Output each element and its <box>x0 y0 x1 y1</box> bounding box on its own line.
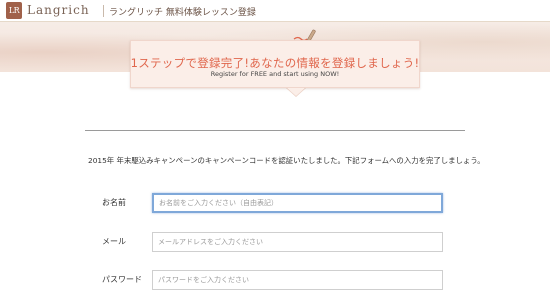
email-input[interactable] <box>152 232 443 252</box>
name-label: お名前 <box>102 198 126 207</box>
logo-text[interactable]: Langrich <box>27 3 90 17</box>
banner-pointer <box>287 88 305 96</box>
banner-subtitle: Register for FREE and start using NOW! <box>210 70 340 78</box>
password-input[interactable] <box>152 270 443 290</box>
name-input[interactable] <box>152 193 443 213</box>
site-header: LR Langrich ラングリッチ 無料体験レッスン登録 <box>0 0 550 22</box>
page-heading: ラングリッチ 無料体験レッスン登録 <box>109 8 256 18</box>
email-label: メール <box>102 237 126 246</box>
banner-title: 1ステップで登録完了!あなたの情報を登録しましょう! <box>130 56 420 70</box>
password-label: パスワード <box>102 275 142 284</box>
header-divider <box>103 5 104 17</box>
campaign-notice: 2015年 年末駆込みキャンペーンのキャンペーンコードを認証いたしました。下記フ… <box>88 156 485 165</box>
logo-mark[interactable]: LR <box>6 2 22 19</box>
section-divider <box>85 130 465 131</box>
